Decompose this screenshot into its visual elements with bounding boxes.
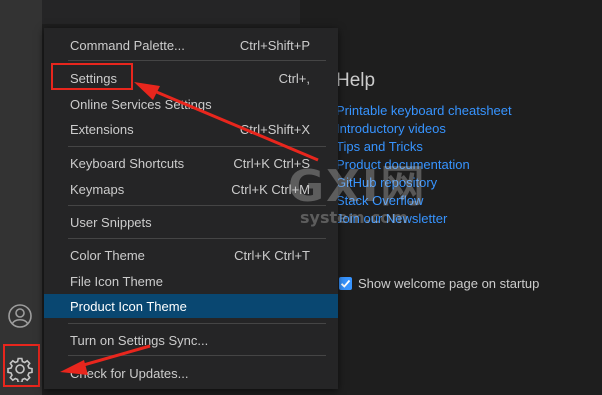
annotation-arrows: [60, 82, 319, 375]
arrow-to-gear: [60, 344, 151, 375]
arrow-to-settings: [134, 82, 319, 162]
